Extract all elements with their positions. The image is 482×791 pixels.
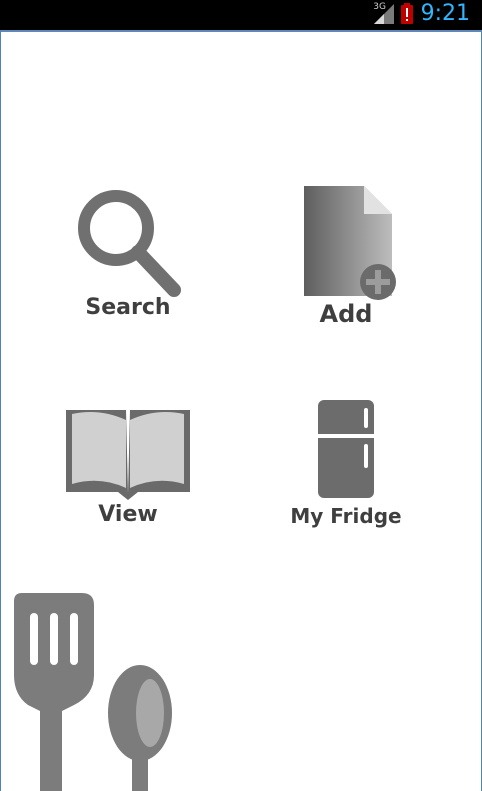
- add-label: Add: [319, 300, 373, 328]
- signal-icon: [374, 4, 394, 24]
- utensils-decoration: [14, 593, 172, 791]
- search-label: Search: [85, 295, 171, 320]
- spatula-icon: [14, 593, 94, 791]
- view-button[interactable]: View: [48, 404, 208, 564]
- add-document-icon: [304, 186, 396, 300]
- my-fridge-label: My Fridge: [290, 504, 402, 528]
- fridge-icon: [318, 400, 374, 498]
- open-book-icon: [66, 410, 190, 500]
- clock: 9:21: [420, 1, 470, 26]
- battery-alert-icon: [401, 3, 413, 24]
- view-label: View: [98, 502, 158, 527]
- status-divider: [0, 30, 482, 32]
- my-fridge-button[interactable]: My Fridge: [266, 398, 426, 558]
- add-button[interactable]: Add: [266, 182, 426, 342]
- status-bar: 3G 9:21: [0, 0, 482, 30]
- search-icon: [78, 190, 181, 297]
- spoon-icon: [108, 665, 172, 791]
- app-screen: 3G 9:21 Search Add View My Fridge: [0, 0, 482, 791]
- search-button[interactable]: Search: [48, 180, 208, 340]
